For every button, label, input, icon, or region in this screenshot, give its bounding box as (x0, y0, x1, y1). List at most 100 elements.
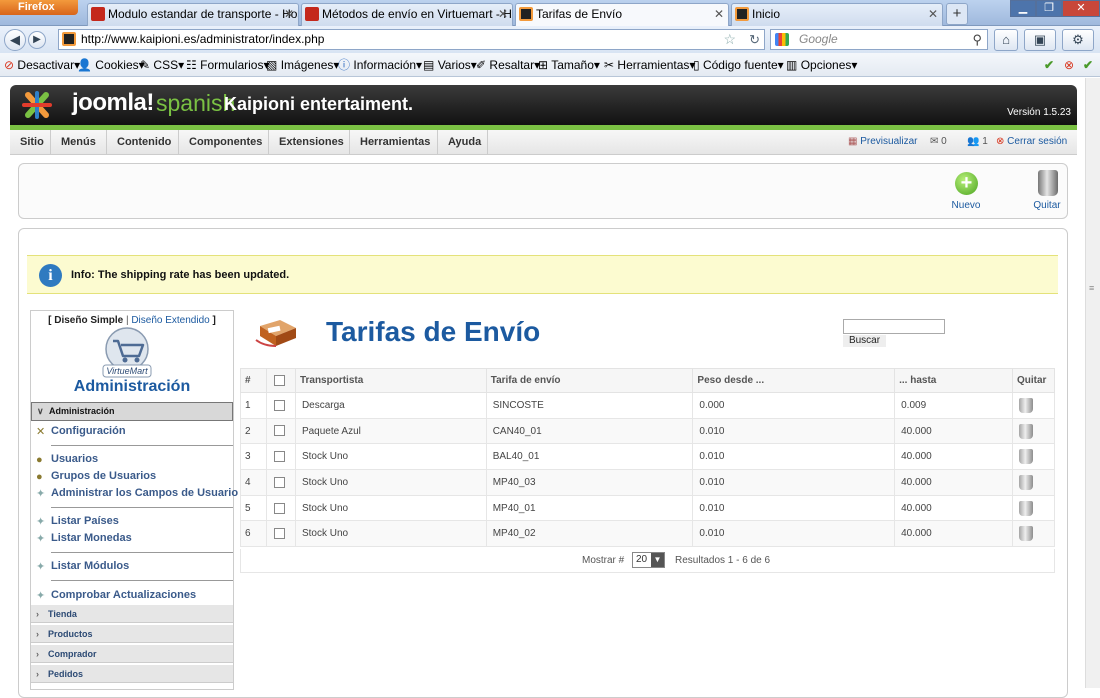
devtool-herramientas[interactable]: ✂ Herramientas▾ (604, 57, 695, 73)
new-button[interactable]: + Nuevo (943, 172, 989, 216)
row-checkbox[interactable] (273, 399, 285, 411)
vertical-scrollbar[interactable]: ≡ (1085, 78, 1100, 688)
sidebar-item-campos-usuario[interactable]: Administrar los Campos de Usuario (51, 487, 238, 499)
menu-componentes[interactable]: Componentes (179, 130, 269, 155)
close-tab-icon[interactable]: ✕ (714, 4, 724, 24)
new-tab-button[interactable]: + (946, 3, 968, 25)
valid-icon[interactable]: ✔ (1083, 57, 1093, 73)
tab-label: Modulo estandar de transporte - Hos... (108, 7, 299, 21)
close-window-icon[interactable]: ✕ (1062, 0, 1100, 17)
sidebar-item-listar-monedas[interactable]: Listar Monedas (51, 532, 132, 544)
section-tienda[interactable]: › Tienda (31, 604, 233, 623)
url-bar[interactable]: http://www.kaipioni.es/administrator/ind… (58, 29, 765, 50)
section-administracion[interactable]: ∨ Administración (31, 402, 233, 421)
back-arrow-icon[interactable]: ◀ (4, 29, 26, 51)
firefox-menu-button[interactable]: Firefox (0, 0, 78, 15)
sidebar-item-grupos-usuarios[interactable]: Grupos de Usuarios (51, 470, 156, 482)
trash-icon[interactable] (1018, 500, 1033, 516)
tab-inicio[interactable]: Inicio ✕ (731, 3, 943, 26)
error-icon[interactable]: ⊗ (1064, 57, 1074, 73)
forward-arrow-icon[interactable]: ▶ (28, 31, 46, 49)
close-tab-icon[interactable]: ✕ (498, 4, 508, 24)
devtool-formularios[interactable]: ☷ Formularios▾ (186, 57, 269, 73)
search-button[interactable]: Buscar (843, 335, 886, 347)
devtool-label: Cookies▾ (95, 58, 145, 72)
devtool-codigo-fuente[interactable]: ▯ Código fuente▾ (693, 57, 784, 73)
menu-extensiones[interactable]: Extensiones (269, 130, 350, 155)
menu-ayuda[interactable]: Ayuda (438, 130, 488, 155)
row-select (265, 392, 296, 419)
bookmark-star-icon[interactable]: ☆ (723, 30, 736, 49)
addon-icon[interactable]: ⚙ (1062, 29, 1094, 51)
menu-sitio[interactable]: Sitio (10, 130, 51, 155)
section-comprador[interactable]: › Comprador (31, 644, 233, 663)
row-rate-link[interactable]: BAL40_01 (485, 443, 694, 471)
tab-modulo-estandar[interactable]: Modulo estandar de transporte - Hos... ✕ (87, 3, 299, 26)
row-rate-link[interactable]: CAN40_01 (485, 417, 694, 445)
select-all-checkbox[interactable] (273, 374, 285, 386)
col-peso-desde[interactable]: Peso desde ... (692, 368, 896, 393)
row-checkbox[interactable] (273, 476, 285, 488)
chevron-right-icon: › (36, 629, 39, 639)
sidebar-item-listar-paises[interactable]: Listar Países (51, 515, 119, 527)
row-rate-link[interactable]: MP40_02 (485, 520, 694, 548)
trash-icon[interactable] (1018, 474, 1033, 490)
col-hasta[interactable]: ... hasta (894, 368, 1013, 393)
sidebar-item-listar-modulos[interactable]: Listar Módulos (51, 560, 129, 572)
sidebar-item-comprobar-actualizaciones[interactable]: Comprobar Actualizaciones (51, 589, 196, 601)
close-tab-icon[interactable]: ✕ (928, 4, 938, 24)
devtool-tamano[interactable]: ⊞ Tamaño▾ (538, 57, 600, 73)
devtool-informacion[interactable]: ⓘ Información▾ (338, 57, 422, 73)
sidebar-item-usuarios[interactable]: Usuarios (51, 453, 98, 465)
search-field[interactable] (843, 319, 945, 334)
menu-herramientas[interactable]: Herramientas (350, 130, 438, 155)
section-productos[interactable]: › Productos (31, 624, 233, 643)
row-weight-from: 0.010 (692, 494, 896, 522)
sidebar-title: Administración (73, 378, 191, 395)
devtool-cookies[interactable]: 👤 Cookies▾ (77, 57, 145, 73)
logout-link[interactable]: ⊗ Cerrar sesión (996, 136, 1067, 147)
search-icon[interactable]: ⚲ (972, 30, 982, 49)
menu-contenido[interactable]: Contenido (107, 130, 179, 155)
sidebar-item-configuracion[interactable]: Configuración (51, 425, 126, 437)
search-input[interactable]: Google ⚲ (770, 29, 988, 50)
home-icon[interactable]: ⌂ (994, 29, 1018, 51)
col-transportista[interactable]: Transportista (294, 368, 487, 393)
trash-icon[interactable] (1018, 423, 1033, 439)
devtool-resaltar[interactable]: ✐ Resaltar▾ (476, 57, 540, 73)
divider (51, 507, 233, 508)
row-rate-link[interactable]: MP40_01 (485, 494, 694, 522)
devtool-css[interactable]: ✎ CSS▾ (140, 57, 184, 73)
close-tab-icon[interactable]: ✕ (284, 4, 294, 24)
tab-tarifas-envio[interactable]: Tarifas de Envío ✕ (515, 3, 729, 26)
devtool-imagenes[interactable]: ▧ Imágenes▾ (266, 57, 339, 73)
bookmarks-icon[interactable]: ▣ (1024, 29, 1056, 51)
page-size-select[interactable]: 20 ▼ (632, 552, 665, 568)
row-rate-link[interactable]: SINCOSTE (485, 392, 694, 419)
section-pedidos[interactable]: › Pedidos (31, 664, 233, 683)
maximize-icon[interactable]: ❐ (1036, 0, 1062, 17)
row-checkbox[interactable] (273, 451, 285, 463)
row-rate-link[interactable]: MP40_03 (485, 469, 694, 496)
devtool-opciones[interactable]: ▥ Opciones▾ (786, 57, 857, 73)
row-checkbox[interactable] (273, 425, 285, 437)
col-tarifa[interactable]: Tarifa de envío (485, 368, 694, 393)
delete-button[interactable]: Quitar (1025, 170, 1069, 216)
preview-link[interactable]: ▦ Previsualizar (848, 136, 917, 147)
row-weight-to: 40.000 (894, 469, 1013, 496)
row-checkbox[interactable] (273, 528, 285, 540)
layout-extended-link[interactable]: Diseño Extendido (131, 315, 209, 326)
menu-menus[interactable]: Menús (51, 130, 107, 155)
minimize-icon[interactable]: ▁ (1010, 0, 1036, 17)
reload-icon[interactable]: ↻ (749, 30, 760, 49)
tab-metodos-envio[interactable]: Métodos de envío en Virtuemart - Ho... ✕ (301, 3, 513, 26)
devtool-desactivar[interactable]: ⊘ Desactivar▾ (4, 57, 80, 73)
row-checkbox[interactable] (273, 502, 285, 514)
messages-count[interactable]: ✉ 0 (930, 136, 947, 147)
devtool-varios[interactable]: ▤ Varios▾ (423, 57, 477, 73)
trash-icon[interactable] (1018, 397, 1033, 413)
layout-simple[interactable]: [ Diseño Simple (48, 315, 123, 326)
check-icon[interactable]: ✔ (1044, 57, 1054, 73)
trash-icon[interactable] (1018, 449, 1033, 465)
trash-icon[interactable] (1018, 526, 1033, 542)
